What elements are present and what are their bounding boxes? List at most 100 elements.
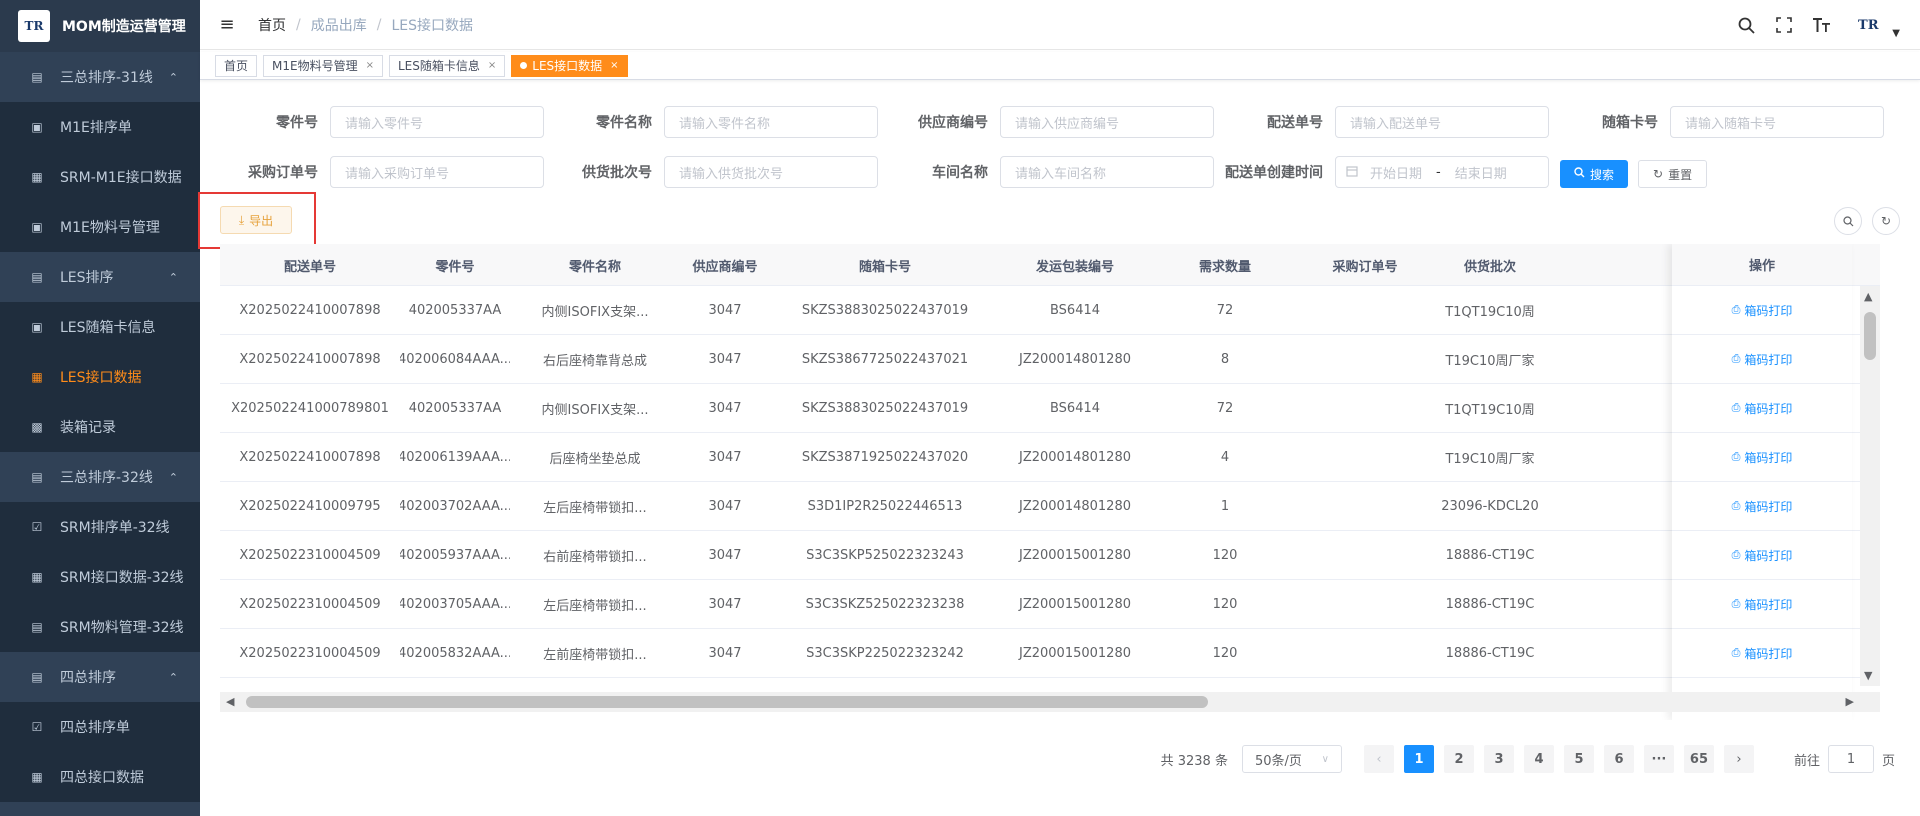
page-number-button[interactable]: 3	[1483, 745, 1514, 773]
sidebar-item[interactable]: ▤ 四总排序 ⌃	[0, 652, 200, 702]
date-range-picker[interactable]: 开始日期 - 结束日期	[1335, 156, 1549, 188]
navbar-actions: TR ▼	[1736, 0, 1900, 50]
tab-tag[interactable]: 首页	[215, 54, 258, 77]
horizontal-scrollbar[interactable]: ◀ ▶	[220, 692, 1880, 712]
end-date-input[interactable]: 结束日期	[1455, 163, 1507, 182]
grid-icon: ▦	[31, 570, 43, 584]
close-icon[interactable]: ×	[366, 60, 374, 71]
part-name-input[interactable]: 请输入零件名称	[664, 106, 878, 138]
table-cell: 4	[1220, 449, 1230, 465]
breadcrumb-home[interactable]: 首页	[258, 15, 286, 35]
page-number-button[interactable]: 65	[1683, 745, 1714, 773]
sidebar-item-label: SRM物料管理-32线	[60, 620, 184, 636]
table-column-header: 需求数量	[1198, 259, 1251, 275]
app-root: TR MOM制造运营管理 ▤ 三总排序-31线 ⌃ ▣ M1E排序单 ▦ SRM-M1E接口…	[0, 0, 1920, 816]
sidebar-item[interactable]: ☑ SRM排序单-32线	[0, 502, 200, 552]
print-box-code-button[interactable]: ⎙ 箱码打印	[1732, 351, 1793, 368]
table-cell: 3047	[708, 400, 742, 416]
more-pages-button[interactable]: ···	[1643, 745, 1674, 773]
sidebar-item-label: 四总排序	[60, 670, 116, 686]
sidebar-item[interactable]: ☑ 四总排序单	[0, 702, 200, 752]
po-no-input[interactable]: 请输入采购订单号	[330, 156, 544, 188]
page-size-select[interactable]: 50条/页 ∨	[1241, 745, 1342, 773]
toggle-search-icon[interactable]	[1834, 207, 1862, 235]
page-number-button[interactable]: 5	[1563, 745, 1594, 773]
close-icon[interactable]: ×	[488, 60, 496, 71]
sidebar-item[interactable]: ▦ 四总接口数据	[0, 752, 200, 802]
scroll-right-icon[interactable]: ▶	[1846, 695, 1854, 708]
close-icon[interactable]: ×	[610, 60, 618, 71]
table-cell: 左后座椅带锁扣...	[543, 500, 647, 516]
sidebar-item-label: SRM-M1E接口数据	[60, 170, 182, 186]
prev-page-button[interactable]: ‹	[1363, 745, 1394, 773]
sidebar-item[interactable]: ▣ LES随箱卡信息	[0, 302, 200, 352]
print-box-code-button[interactable]: ⎙ 箱码打印	[1732, 449, 1793, 466]
sidebar-item[interactable]: ▤ 三总排序-32线 ⌃	[0, 452, 200, 502]
supplier-code-input[interactable]: 请输入供应商编号	[1000, 106, 1214, 138]
filter-batch-no: 供货批次号 请输入供货批次号	[560, 156, 878, 188]
page-number-button[interactable]: 2	[1443, 745, 1474, 773]
print-box-code-button[interactable]: ⎙ 箱码打印	[1732, 400, 1793, 417]
table-cell: 后座椅坐垫总成	[549, 451, 641, 467]
tab-tag[interactable]: LES随箱卡信息 ×	[388, 54, 506, 77]
page-number-button[interactable]: 4	[1523, 745, 1554, 773]
goto-page-input[interactable]: 1	[1827, 745, 1874, 773]
user-avatar[interactable]: TR	[1850, 13, 1886, 37]
sidebar-item[interactable]: ▦ SRM接口数据-32线	[0, 552, 200, 602]
scroll-down-icon[interactable]: ▼	[1864, 669, 1872, 682]
filter-delivery-no: 配送单号 请输入配送单号	[1240, 106, 1549, 138]
table-row: X2025022310004509 402005832AAA... 左前座椅带锁扣.…	[220, 629, 1880, 678]
search-button[interactable]: 搜索	[1560, 160, 1629, 188]
search-button-label: 搜索	[1590, 167, 1615, 182]
batch-no-input[interactable]: 请输入供货批次号	[664, 156, 878, 188]
vertical-scrollbar[interactable]: ▲ ▼	[1860, 286, 1880, 686]
horizontal-scroll-thumb[interactable]	[246, 696, 1208, 708]
menu-toggle-icon[interactable]: ≡	[216, 14, 238, 36]
data-table: 配送单号 零件号 零件名称 供应商编号 随箱卡号 发运包装编号 需求数量 采购订单号 供货批次 …	[220, 244, 1880, 720]
table-cell: JZ200014801280	[1019, 449, 1131, 465]
table-cell: S3C3SKZ525022323238	[805, 596, 965, 612]
export-button[interactable]: ⤓ 导出	[220, 206, 292, 234]
tab-tag[interactable]: M1E物料号管理 ×	[263, 54, 383, 77]
caret-down-icon[interactable]: ▼	[1892, 28, 1900, 39]
sidebar-item[interactable]: ▦ SRM-M1E接口数据	[0, 152, 200, 202]
sidebar-item[interactable]: ▦ LES接口数据	[0, 352, 200, 402]
print-box-code-button[interactable]: ⎙ 箱码打印	[1732, 596, 1793, 613]
page-number-button[interactable]: 1	[1403, 745, 1434, 773]
print-box-code-button[interactable]: ⎙ 箱码打印	[1732, 498, 1793, 515]
start-date-input[interactable]: 开始日期	[1370, 163, 1422, 182]
reset-button[interactable]: ↻ 重置	[1638, 160, 1708, 188]
print-box-code-button[interactable]: ⎙ 箱码打印	[1732, 547, 1793, 564]
workshop-input[interactable]: 请输入车间名称	[1000, 156, 1214, 188]
font-size-icon[interactable]	[1812, 15, 1832, 35]
sidebar-item[interactable]: ▩ 装箱记录	[0, 402, 200, 452]
filter-card-no: 随箱卡号 请输入随箱卡号	[1580, 106, 1884, 138]
sidebar-item[interactable]: ▣ M1E物料号管理	[0, 202, 200, 252]
tab-tag[interactable]: LES接口数据 ×	[511, 54, 628, 77]
refresh-table-icon[interactable]: ↻	[1872, 207, 1900, 235]
scroll-left-icon[interactable]: ◀	[226, 695, 234, 708]
sidebar-item[interactable]: ▤ 三总排序-31线 ⌃	[0, 52, 200, 102]
next-page-button[interactable]: ›	[1723, 745, 1754, 773]
search-icon[interactable]	[1736, 15, 1756, 35]
table-cell: 左后座椅带锁扣...	[543, 598, 647, 614]
print-box-code-button[interactable]: ⎙ 箱码打印	[1732, 302, 1793, 319]
filter-po-no: 采购订单号 请输入采购订单号	[230, 156, 544, 188]
sidebar-item[interactable]: ▤ LES排序 ⌃	[0, 252, 200, 302]
vertical-scroll-thumb[interactable]	[1864, 312, 1876, 360]
sidebar-item[interactable]: ▤ SRM物料管理-32线	[0, 602, 200, 652]
scroll-up-icon[interactable]: ▲	[1864, 290, 1872, 303]
table-column-header: 采购订单号	[1332, 259, 1398, 275]
part-no-input[interactable]: 请输入零件号	[330, 106, 544, 138]
print-box-code-button[interactable]: ⎙ 箱码打印	[1732, 645, 1793, 662]
sidebar-item[interactable]: ▣ M1E排序单	[0, 102, 200, 152]
fullscreen-icon[interactable]	[1774, 15, 1794, 35]
tab-tag-label: LES随箱卡信息	[397, 59, 480, 73]
chevron-down-icon: ∨	[1321, 753, 1329, 765]
tab-tag-label: M1E物料号管理	[272, 59, 358, 73]
table-row: X202502241000789801 402005337AA 内侧ISOFIX支架…	[220, 384, 1880, 433]
card-no-input[interactable]: 请输入随箱卡号	[1670, 106, 1884, 138]
page-number-button[interactable]: 6	[1603, 745, 1634, 773]
action-cell: ⎙ 箱码打印	[1672, 384, 1852, 433]
delivery-no-input[interactable]: 请输入配送单号	[1335, 106, 1549, 138]
